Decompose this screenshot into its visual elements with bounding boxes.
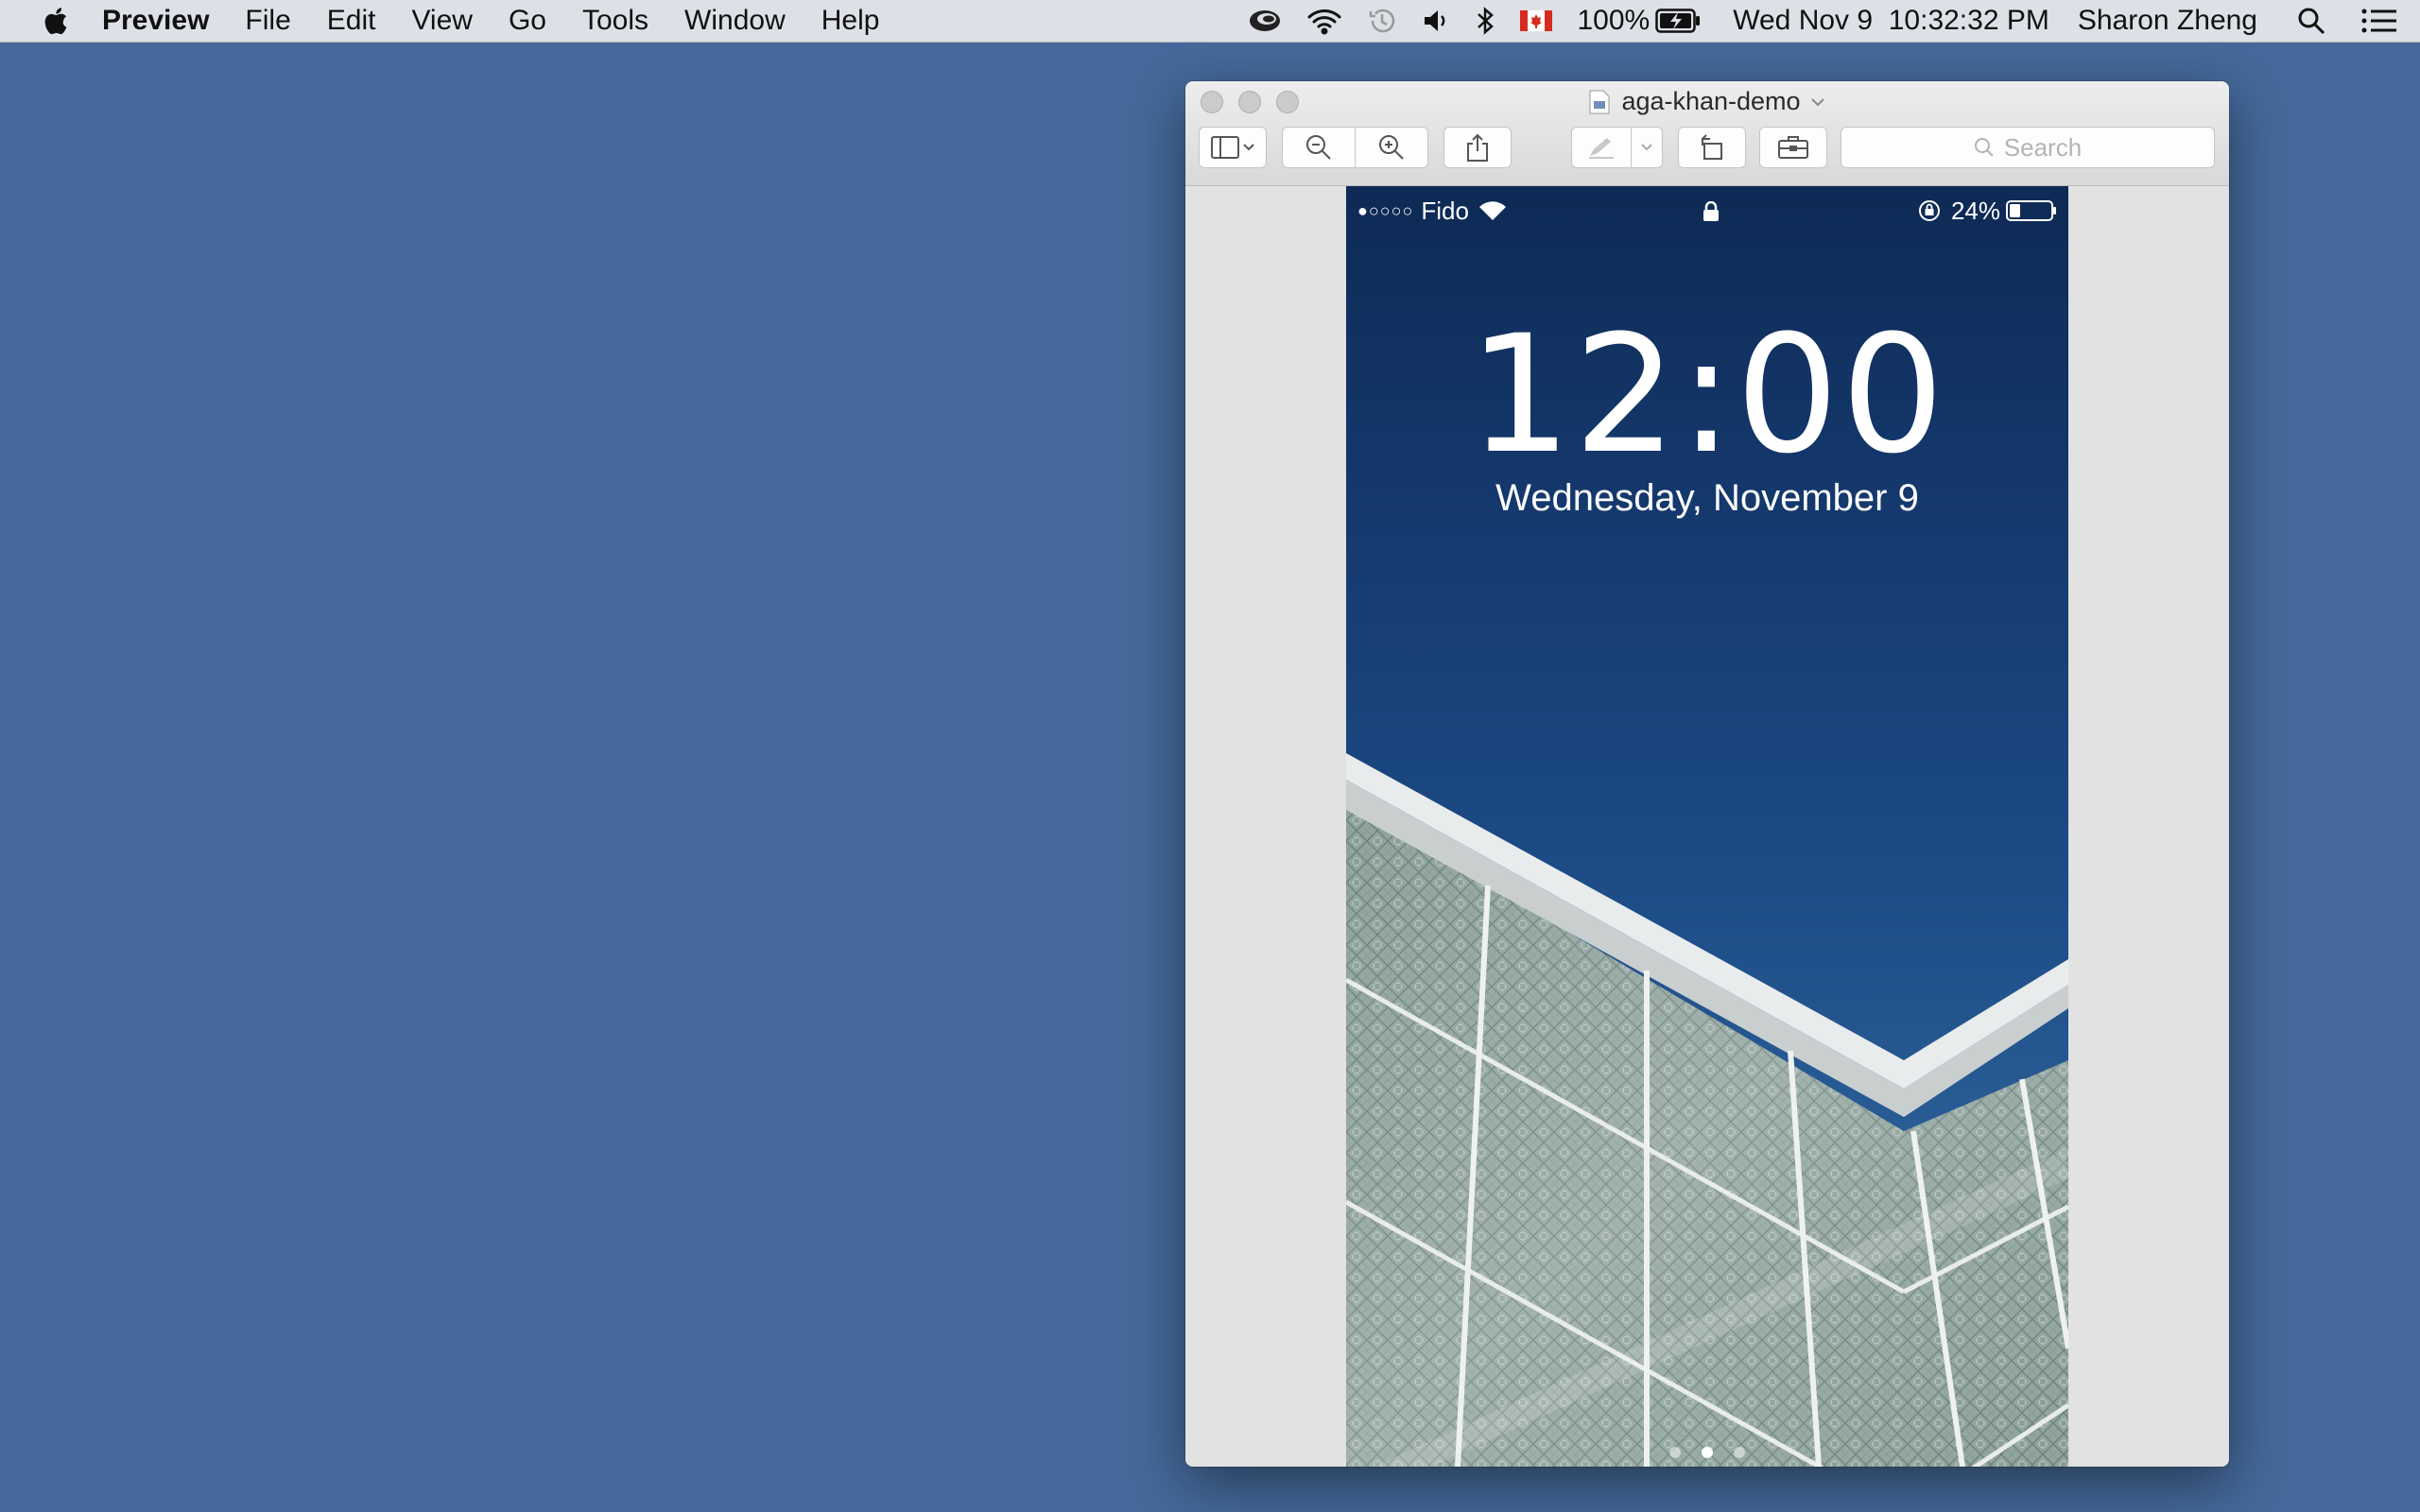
toolbox-button[interactable] (1759, 127, 1827, 168)
menu-window[interactable]: Window (684, 5, 786, 37)
zoom-in-icon (1379, 135, 1404, 160)
share-icon (1467, 133, 1488, 162)
rotate-button[interactable] (1678, 127, 1746, 168)
carrier-label: Fido (1421, 196, 1469, 225)
sidebar-view-button[interactable] (1199, 127, 1267, 168)
lock-icon (1703, 200, 1719, 221)
markup-pen-icon (1589, 138, 1614, 159)
battery-icon (2006, 200, 2056, 221)
rotation-lock-icon (1918, 200, 1940, 221)
search-icon (1974, 138, 1994, 157)
sidebar-icon (1211, 136, 1254, 159)
window-title[interactable]: aga-khan-demo (1185, 87, 2229, 116)
ios-status-bar: ●○○○○ Fido 24% (1357, 192, 2057, 230)
lockscreen-image: ●○○○○ Fido 24% 12:00 Wednesday, November… (1346, 186, 2068, 1467)
markup-options-button[interactable] (1631, 127, 1663, 168)
share-button[interactable] (1443, 127, 1512, 168)
menu-edit[interactable]: Edit (327, 5, 376, 37)
menu-tools[interactable]: Tools (582, 5, 648, 37)
page-indicator (1346, 1447, 2068, 1458)
notification-center-icon[interactable] (2361, 9, 2397, 33)
lockscreen-date: Wednesday, November 9 (1495, 477, 1919, 519)
chevron-down-icon (1641, 144, 1652, 151)
search-placeholder: Search (2003, 132, 2083, 162)
zoom-out-icon (1306, 135, 1331, 160)
document-view[interactable]: ●○○○○ Fido 24% 12:00 Wednesday, November… (1185, 186, 2229, 1467)
menu-app-preview[interactable]: Preview (102, 5, 209, 37)
wifi-icon (1478, 201, 1506, 220)
menu-go[interactable]: Go (509, 5, 546, 37)
signal-strength-indicator: ●○○○○ (1357, 200, 1414, 220)
volume-icon[interactable] (1422, 8, 1450, 34)
apple-menu-icon[interactable] (38, 2, 76, 40)
chevron-down-icon[interactable] (1810, 97, 1825, 107)
rotate-icon (1702, 134, 1722, 160)
menu-bar: Preview File Edit View Go Tools Window H… (0, 0, 2420, 43)
page-dot (1669, 1447, 1681, 1458)
zoom-in-button[interactable] (1355, 127, 1428, 168)
document-icon (1589, 90, 1610, 113)
menu-file[interactable]: File (245, 5, 290, 37)
wifi-icon[interactable] (1306, 7, 1342, 35)
time-machine-icon[interactable] (1367, 6, 1397, 36)
cloud-app-icon[interactable] (1248, 7, 1282, 35)
window-title-text: aga-khan-demo (1621, 87, 1801, 115)
battery-charging-icon[interactable] (1655, 9, 1701, 33)
spotlight-search-icon[interactable] (2297, 7, 2325, 35)
zoom-out-button[interactable] (1282, 127, 1356, 168)
menu-view[interactable]: View (411, 5, 472, 37)
toolbox-icon (1778, 136, 1808, 159)
window-titlebar[interactable]: aga-khan-demo Search (1185, 81, 2229, 186)
search-input[interactable]: Search (1841, 127, 2215, 168)
menubar-clock[interactable]: Wed Nov 9 10:32:32 PM (1733, 5, 2049, 37)
page-dot-active (1702, 1447, 1713, 1458)
battery-percent-label: 100% (1577, 5, 1651, 36)
lockscreen-time: 12:00 (1468, 300, 1946, 490)
user-name[interactable]: Sharon Zheng (2078, 5, 2257, 37)
page-dot (1734, 1447, 1745, 1458)
menu-help[interactable]: Help (821, 5, 880, 37)
bluetooth-icon[interactable] (1475, 6, 1495, 36)
markup-button[interactable] (1571, 127, 1632, 168)
preview-window: aga-khan-demo Search ●○○○○ Fido 24% 12:0… (1185, 81, 2229, 1467)
canada-flag-icon[interactable] (1520, 10, 1553, 31)
phone-battery-percent: 24% (1950, 196, 2000, 225)
